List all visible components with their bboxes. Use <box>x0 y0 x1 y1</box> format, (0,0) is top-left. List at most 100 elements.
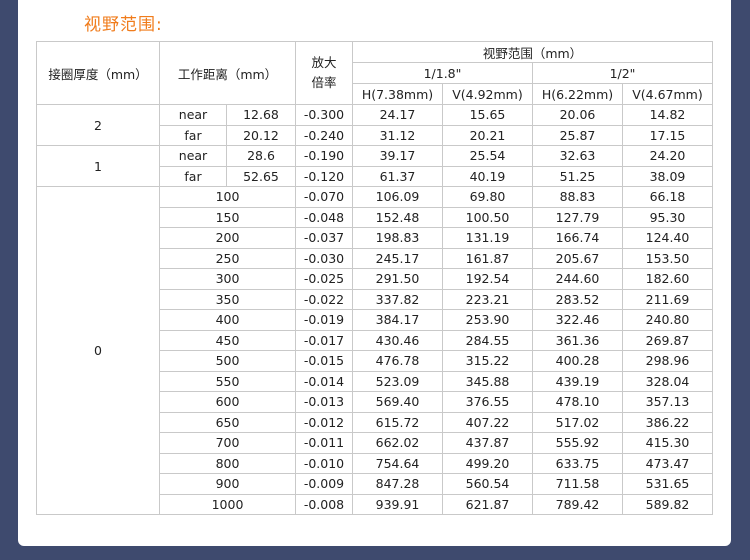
v-a-cell: 253.90 <box>442 309 533 331</box>
v-b-cell: 298.96 <box>622 350 713 372</box>
h-b-cell: 633.75 <box>532 452 623 474</box>
h-a-cell: 106.09 <box>352 186 443 208</box>
v-b-cell: 240.80 <box>622 309 713 331</box>
v-b-cell: 386.22 <box>622 411 713 433</box>
v-b-cell: 24.20 <box>622 145 713 167</box>
h-a-cell: 523.09 <box>352 370 443 392</box>
distance-cell: 150 <box>159 206 296 228</box>
h-b-cell: 51.25 <box>532 165 623 187</box>
h-b-cell: 20.06 <box>532 104 623 126</box>
magnification-cell: -0.008 <box>295 493 353 515</box>
h-b-cell: 32.63 <box>532 145 623 167</box>
h-b-cell: 361.36 <box>532 329 623 351</box>
distance-label-cell: near <box>159 145 227 167</box>
distance-label-cell: near <box>159 104 227 126</box>
h-a-cell: 662.02 <box>352 432 443 454</box>
magnification-cell: -0.190 <box>295 145 353 167</box>
magnification-cell: -0.070 <box>295 186 353 208</box>
distance-cell: 12.68 <box>226 104 296 126</box>
header-h-b: H(6.22mm) <box>532 83 623 105</box>
magnification-cell: -0.017 <box>295 329 353 351</box>
v-b-cell: 211.69 <box>622 288 713 310</box>
h-b-cell: 205.67 <box>532 247 623 269</box>
h-a-cell: 291.50 <box>352 268 443 290</box>
v-a-cell: 15.65 <box>442 104 533 126</box>
v-b-cell: 415.30 <box>622 432 713 454</box>
content-card: 视野范围: 接圈厚度（mm） 工作距离（mm） 放大倍率 视野范围（mm） 1/… <box>18 0 731 546</box>
magnification-cell: -0.030 <box>295 247 353 269</box>
v-b-cell: 95.30 <box>622 206 713 228</box>
magnification-cell: -0.120 <box>295 165 353 187</box>
h-b-cell: 322.46 <box>532 309 623 331</box>
v-b-cell: 66.18 <box>622 186 713 208</box>
table-row: 0 100 -0.070 106.09 69.80 88.83 66.18 <box>36 186 713 515</box>
distance-cell: 900 <box>159 473 296 495</box>
header-v-a: V(4.92mm) <box>442 83 533 105</box>
distance-cell: 350 <box>159 288 296 310</box>
v-b-cell: 14.82 <box>622 104 713 126</box>
h-a-cell: 939.91 <box>352 493 443 515</box>
distance-cell: 250 <box>159 247 296 269</box>
distance-label-cell: far <box>159 165 227 187</box>
distance-cell: 28.6 <box>226 145 296 167</box>
h-a-cell: 245.17 <box>352 247 443 269</box>
distance-cell: 450 <box>159 329 296 351</box>
h-a-cell: 384.17 <box>352 309 443 331</box>
header-ring-thickness: 接圈厚度（mm） <box>36 41 160 105</box>
v-a-cell: 161.87 <box>442 247 533 269</box>
h-b-cell: 244.60 <box>532 268 623 290</box>
v-b-cell: 531.65 <box>622 473 713 495</box>
distance-cell: 200 <box>159 227 296 249</box>
v-a-cell: 345.88 <box>442 370 533 392</box>
distance-cell: 300 <box>159 268 296 290</box>
h-a-cell: 476.78 <box>352 350 443 372</box>
distance-cell: 650 <box>159 411 296 433</box>
h-a-cell: 847.28 <box>352 473 443 495</box>
v-a-cell: 284.55 <box>442 329 533 351</box>
v-a-cell: 100.50 <box>442 206 533 228</box>
v-a-cell: 40.19 <box>442 165 533 187</box>
v-b-cell: 38.09 <box>622 165 713 187</box>
v-b-cell: 473.47 <box>622 452 713 474</box>
h-b-cell: 478.10 <box>532 391 623 413</box>
magnification-cell: -0.019 <box>295 309 353 331</box>
h-b-cell: 555.92 <box>532 432 623 454</box>
table-row: 2 near 12.68 -0.300 24.17 15.65 20.06 14.82 <box>36 104 713 146</box>
v-a-cell: 192.54 <box>442 268 533 290</box>
v-a-cell: 223.21 <box>442 288 533 310</box>
h-a-cell: 31.12 <box>352 124 443 146</box>
distance-cell: 100 <box>159 186 296 208</box>
v-a-cell: 376.55 <box>442 391 533 413</box>
v-b-cell: 357.13 <box>622 391 713 413</box>
section-title: 视野范围: <box>84 15 163 35</box>
h-b-cell: 789.42 <box>532 493 623 515</box>
table-row: 1 near 28.6 -0.190 39.17 25.54 32.63 24.20 <box>36 145 713 187</box>
v-a-cell: 69.80 <box>442 186 533 208</box>
distance-cell: 20.12 <box>226 124 296 146</box>
h-a-cell: 198.83 <box>352 227 443 249</box>
header-magnification: 放大倍率 <box>295 41 353 105</box>
magnification-cell: -0.014 <box>295 370 353 392</box>
h-b-cell: 88.83 <box>532 186 623 208</box>
h-a-cell: 569.40 <box>352 391 443 413</box>
v-b-cell: 182.60 <box>622 268 713 290</box>
magnification-cell: -0.240 <box>295 124 353 146</box>
h-a-cell: 61.37 <box>352 165 443 187</box>
magnification-cell: -0.010 <box>295 452 353 474</box>
distance-cell: 400 <box>159 309 296 331</box>
v-b-cell: 589.82 <box>622 493 713 515</box>
v-b-cell: 328.04 <box>622 370 713 392</box>
fov-table: 接圈厚度（mm） 工作距离（mm） 放大倍率 视野范围（mm） 1/1.8" 1… <box>36 41 713 515</box>
v-a-cell: 20.21 <box>442 124 533 146</box>
distance-cell: 500 <box>159 350 296 372</box>
distance-label-cell: far <box>159 124 227 146</box>
distance-cell: 800 <box>159 452 296 474</box>
v-a-cell: 437.87 <box>442 432 533 454</box>
magnification-cell: -0.300 <box>295 104 353 126</box>
h-b-cell: 517.02 <box>532 411 623 433</box>
magnification-cell: -0.025 <box>295 268 353 290</box>
ring-thickness-cell: 0 <box>36 186 160 515</box>
magnification-cell: -0.015 <box>295 350 353 372</box>
h-a-cell: 615.72 <box>352 411 443 433</box>
v-a-cell: 315.22 <box>442 350 533 372</box>
